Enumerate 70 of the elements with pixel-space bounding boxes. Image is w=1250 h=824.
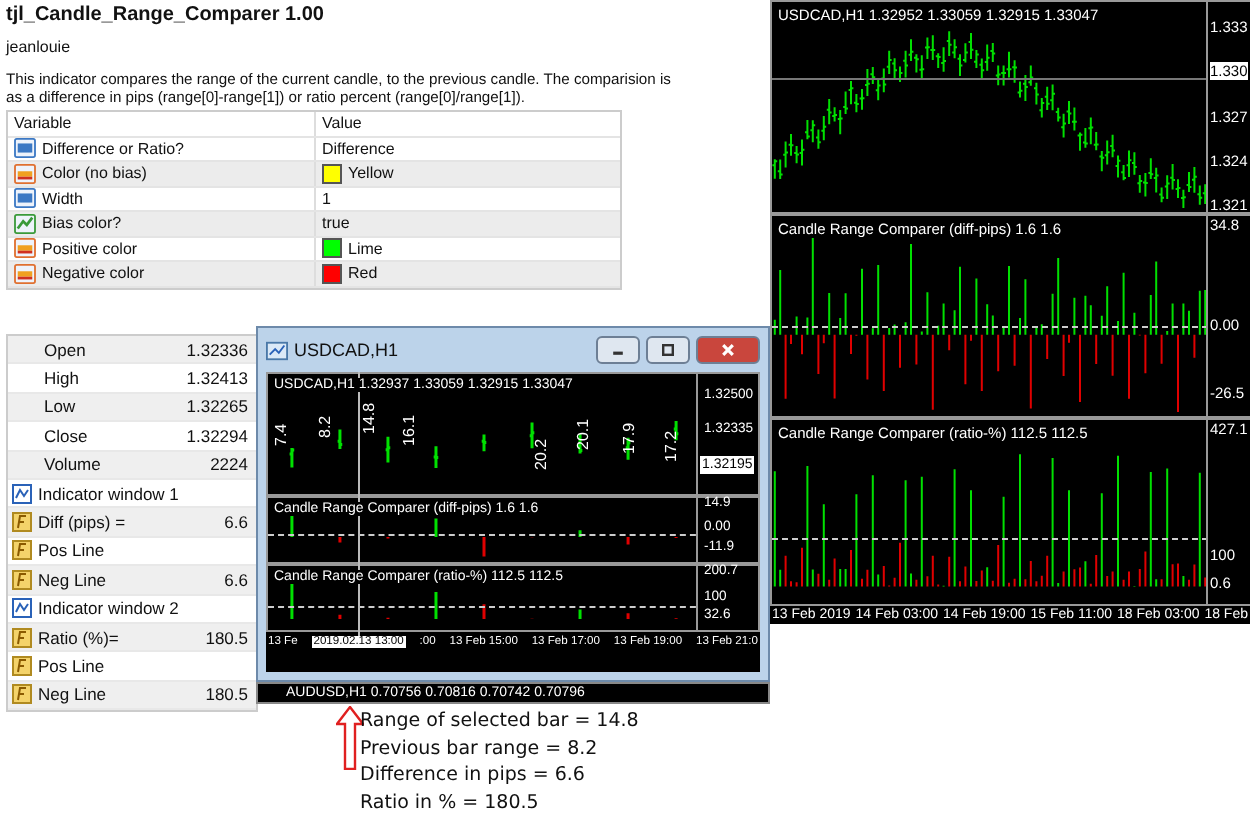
indicator-buffer-icon	[12, 627, 32, 648]
bar-range-label: 17.9	[620, 422, 638, 454]
price-field-label: High	[42, 368, 79, 389]
price-field-label: Close	[42, 425, 88, 446]
variable-name: Negative color	[42, 264, 145, 283]
column-header: Value	[320, 114, 364, 133]
bar-range-label: 7.4	[272, 423, 290, 446]
close-icon	[720, 342, 736, 358]
arrow-drawing	[336, 706, 364, 770]
maximize-button[interactable]	[646, 336, 690, 364]
chart-window-icon	[266, 339, 288, 361]
price-field-label: Volume	[42, 454, 101, 475]
maximize-icon	[660, 342, 676, 358]
variable-name: Color (no bias)	[42, 164, 147, 183]
variable-value[interactable]: Red	[348, 264, 378, 283]
indicator-buffer-icon	[12, 540, 32, 561]
indicator-buffer-icon	[12, 512, 32, 533]
indicator-buffer-icon	[12, 684, 32, 705]
buffer-label: Ratio (%)=	[38, 627, 119, 648]
variable-name: Positive color	[42, 239, 138, 258]
price-field-value: 1.32265	[186, 396, 248, 417]
variable-name: Difference or Ratio?	[42, 139, 184, 158]
buffer-label: Diff (pips) =	[38, 512, 126, 533]
price-field-label: Low	[42, 396, 76, 417]
indicator-buffer-icon	[12, 569, 32, 590]
buffer-label: Pos Line	[38, 655, 105, 676]
price-field-value: 2224	[210, 454, 248, 475]
color-type-icon	[14, 163, 36, 184]
variable-value[interactable]: true	[322, 214, 350, 233]
bar-range-label: 20.2	[532, 438, 550, 470]
indicator-buffer-icon	[12, 655, 32, 676]
annotation-text: Range of selected bar = 14.8	[360, 708, 639, 735]
indicator-title: tjl_Candle_Range_Comparer 1.00	[6, 4, 326, 26]
bar-range-label: 8.2	[316, 415, 334, 438]
section-label: Indicator window 2	[38, 598, 179, 619]
bar-range-label: 16.1	[400, 414, 418, 446]
buffer-value: 180.5	[205, 627, 248, 648]
buffer-value: 180.5	[205, 684, 248, 705]
buffer-label: Neg Line	[38, 684, 107, 705]
variable-value[interactable]: Lime	[348, 239, 383, 258]
bar-range-label: 17.2	[662, 430, 680, 462]
buffer-label: Neg Line	[38, 569, 107, 590]
buffer-value: 6.6	[224, 512, 248, 533]
price-field-value: 1.32413	[186, 368, 248, 389]
bar-range-label: 14.8	[360, 402, 378, 434]
window-title: USDCAD,H1	[294, 340, 401, 360]
buffer-value: 6.6	[224, 569, 248, 590]
boolean-type-icon	[14, 213, 36, 234]
variable-value[interactable]: Difference	[322, 139, 395, 158]
buffer-label: Pos Line	[38, 540, 105, 561]
minimize-button[interactable]	[596, 336, 640, 364]
close-button[interactable]	[696, 336, 760, 364]
annotation-text: Difference in pips = 6.6	[360, 762, 587, 789]
number-type-icon	[14, 188, 36, 209]
variable-value[interactable]: 1	[322, 189, 331, 208]
bar-range-label: 20.1	[574, 418, 592, 450]
section-label: Indicator window 1	[38, 483, 179, 504]
annotation-text: Previous bar range = 8.2	[360, 735, 600, 762]
color-type-icon	[14, 238, 36, 259]
color-type-icon	[14, 263, 36, 284]
author-name: jeanlouie	[6, 38, 73, 56]
number-type-icon	[14, 138, 36, 159]
annotation-text: Ratio in % = 180.5	[360, 789, 541, 816]
price-field-label: Open	[42, 339, 86, 360]
variable-name: Width	[42, 189, 83, 208]
price-field-value: 1.32336	[186, 339, 248, 360]
price-field-value: 1.32294	[186, 425, 248, 446]
variable-value[interactable]: Yellow	[348, 164, 394, 183]
column-header: Variable	[8, 112, 316, 136]
variable-name: Bias color?	[42, 214, 122, 233]
